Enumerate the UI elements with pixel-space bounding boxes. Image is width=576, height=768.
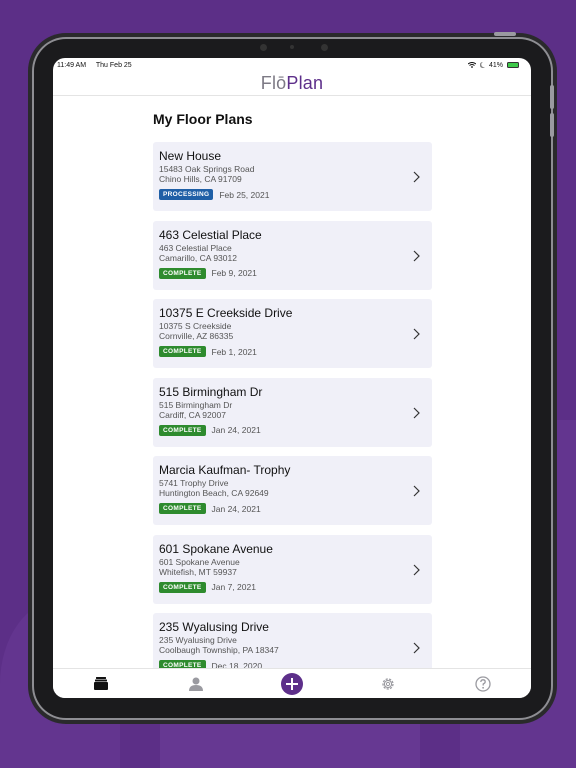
floor-plan-card[interactable]: 515 Birmingham Dr 515 Birmingham Dr Cardif… — [153, 377, 432, 447]
tab-help[interactable] — [471, 672, 495, 696]
tab-floor-plans[interactable] — [89, 672, 113, 696]
floor-plan-address-line1: 10375 S Creekside — [159, 321, 232, 331]
app-screen: 11:49 AM Thu Feb 25 41% FlōPlan My Floor… — [53, 58, 531, 698]
status-badge: COMPLETE — [159, 424, 206, 436]
floor-plan-name: 10375 E Creekside Drive — [159, 306, 293, 320]
floor-plan-date: Jan 24, 2021 — [211, 503, 261, 514]
settings-icon — [381, 677, 394, 690]
status-date: Thu Feb 25 — [95, 61, 132, 69]
floor-plan-date: Feb 25, 2021 — [219, 189, 270, 200]
floor-plan-name: 601 Spokane Avenue — [159, 541, 273, 556]
tab-add[interactable] — [280, 672, 304, 696]
chevron-right-icon — [413, 250, 420, 261]
floor-plan-date: Jan 7, 2021 — [211, 582, 256, 592]
floor-plan-address-line2: Huntington Beach, CA 92649 — [159, 488, 269, 498]
status-badge: COMPLETE — [159, 267, 206, 279]
floor-plan-card[interactable]: 601 Spokane Avenue 601 Spokane Avenue Whit… — [153, 534, 432, 604]
floor-plan-address-line2: Whitefish, MT 59937 — [159, 566, 237, 577]
logo-text-flo: Flō — [260, 73, 287, 93]
floor-plan-name: 463 Celestial Place — [159, 227, 262, 242]
page-title: My Floor Plans — [153, 111, 253, 127]
chevron-right-icon — [413, 485, 420, 497]
status-badge: COMPLETE — [159, 503, 206, 514]
profile-icon — [189, 677, 204, 691]
floor-plan-date: Jan 24, 2021 — [211, 425, 261, 435]
status-bar: 11:49 AM Thu Feb 25 41% — [53, 58, 531, 72]
floor-plan-name: New House — [159, 149, 222, 163]
moon-icon — [479, 62, 485, 68]
power-button — [494, 32, 516, 36]
help-icon — [475, 675, 491, 692]
floor-plan-card[interactable]: 463 Celestial Place 463 Celestial Place Ca… — [153, 220, 432, 290]
floor-plan-address-line1: 463 Celestial Place — [159, 242, 232, 253]
status-badge: PROCESSING — [159, 189, 214, 200]
floor-plan-name: Marcia Kaufman- Trophy — [159, 463, 291, 477]
sensor-dot — [260, 44, 267, 51]
wifi-icon — [467, 62, 476, 68]
floor-plan-list: My Floor Plans New House 15483 Oak Spring… — [153, 98, 432, 692]
floor-plan-date: Feb 9, 2021 — [211, 268, 257, 278]
add-icon — [285, 677, 298, 690]
floor-plan-card[interactable]: New House 15483 Oak Springs Road Chino Hil… — [153, 142, 432, 211]
floor-plans-icon — [93, 677, 108, 690]
chevron-right-icon — [413, 564, 420, 575]
floor-plan-address-line1: 515 Birmingham Dr — [159, 399, 233, 410]
floor-plan-card[interactable]: Marcia Kaufman- Trophy 5741 Trophy Drive H… — [153, 456, 432, 525]
floplan-logo: FlōPlan — [261, 73, 323, 94]
floor-plan-address-line2: Chino Hills, CA 91709 — [159, 174, 242, 184]
chevron-right-icon — [413, 171, 420, 183]
floor-plan-address-line1: 15483 Oak Springs Road — [159, 164, 255, 174]
chevron-right-icon — [413, 328, 420, 340]
floor-plan-address-line2: Cornville, AZ 86335 — [159, 331, 234, 341]
volume-down-button — [550, 113, 554, 137]
battery-icon — [507, 62, 519, 68]
status-badge: COMPLETE — [159, 346, 206, 357]
floor-plan-date: Feb 1, 2021 — [211, 346, 257, 357]
floor-plan-card[interactable]: 10375 E Creekside Drive 10375 S Creekside… — [153, 299, 432, 368]
app-header: FlōPlan — [53, 72, 531, 96]
floor-plan-name: 235 Wyalusing Drive — [159, 620, 269, 634]
logo-text-plan: Plan — [286, 73, 324, 93]
floor-plan-address-line2: Coolbaugh Township, PA 18347 — [159, 645, 279, 655]
status-time: 11:49 AM — [57, 61, 87, 69]
chevron-right-icon — [413, 642, 420, 654]
camera-dot — [321, 44, 328, 51]
tab-bar — [53, 668, 531, 698]
battery-percent: 41% — [488, 61, 503, 69]
floor-plan-name: 515 Birmingham Dr — [159, 384, 263, 399]
floor-plan-address-line2: Camarillo, CA 93012 — [159, 252, 237, 263]
floor-plan-address-line1: 235 Wyalusing Drive — [159, 635, 237, 645]
tab-settings[interactable] — [376, 672, 400, 696]
status-badge: COMPLETE — [159, 581, 206, 593]
floor-plan-cards: New House 15483 Oak Springs Road Chino Hil… — [153, 142, 432, 682]
floor-plan-address-line1: 5741 Trophy Drive — [159, 478, 229, 488]
sensor-dot — [290, 45, 294, 49]
volume-up-button — [550, 85, 554, 109]
chevron-right-icon — [413, 407, 420, 418]
floor-plan-address-line2: Cardiff, CA 92007 — [159, 409, 226, 420]
tab-profile[interactable] — [184, 672, 208, 696]
add-floor-plan-button[interactable] — [280, 672, 303, 695]
floor-plan-address-line1: 601 Spokane Avenue — [159, 556, 240, 567]
